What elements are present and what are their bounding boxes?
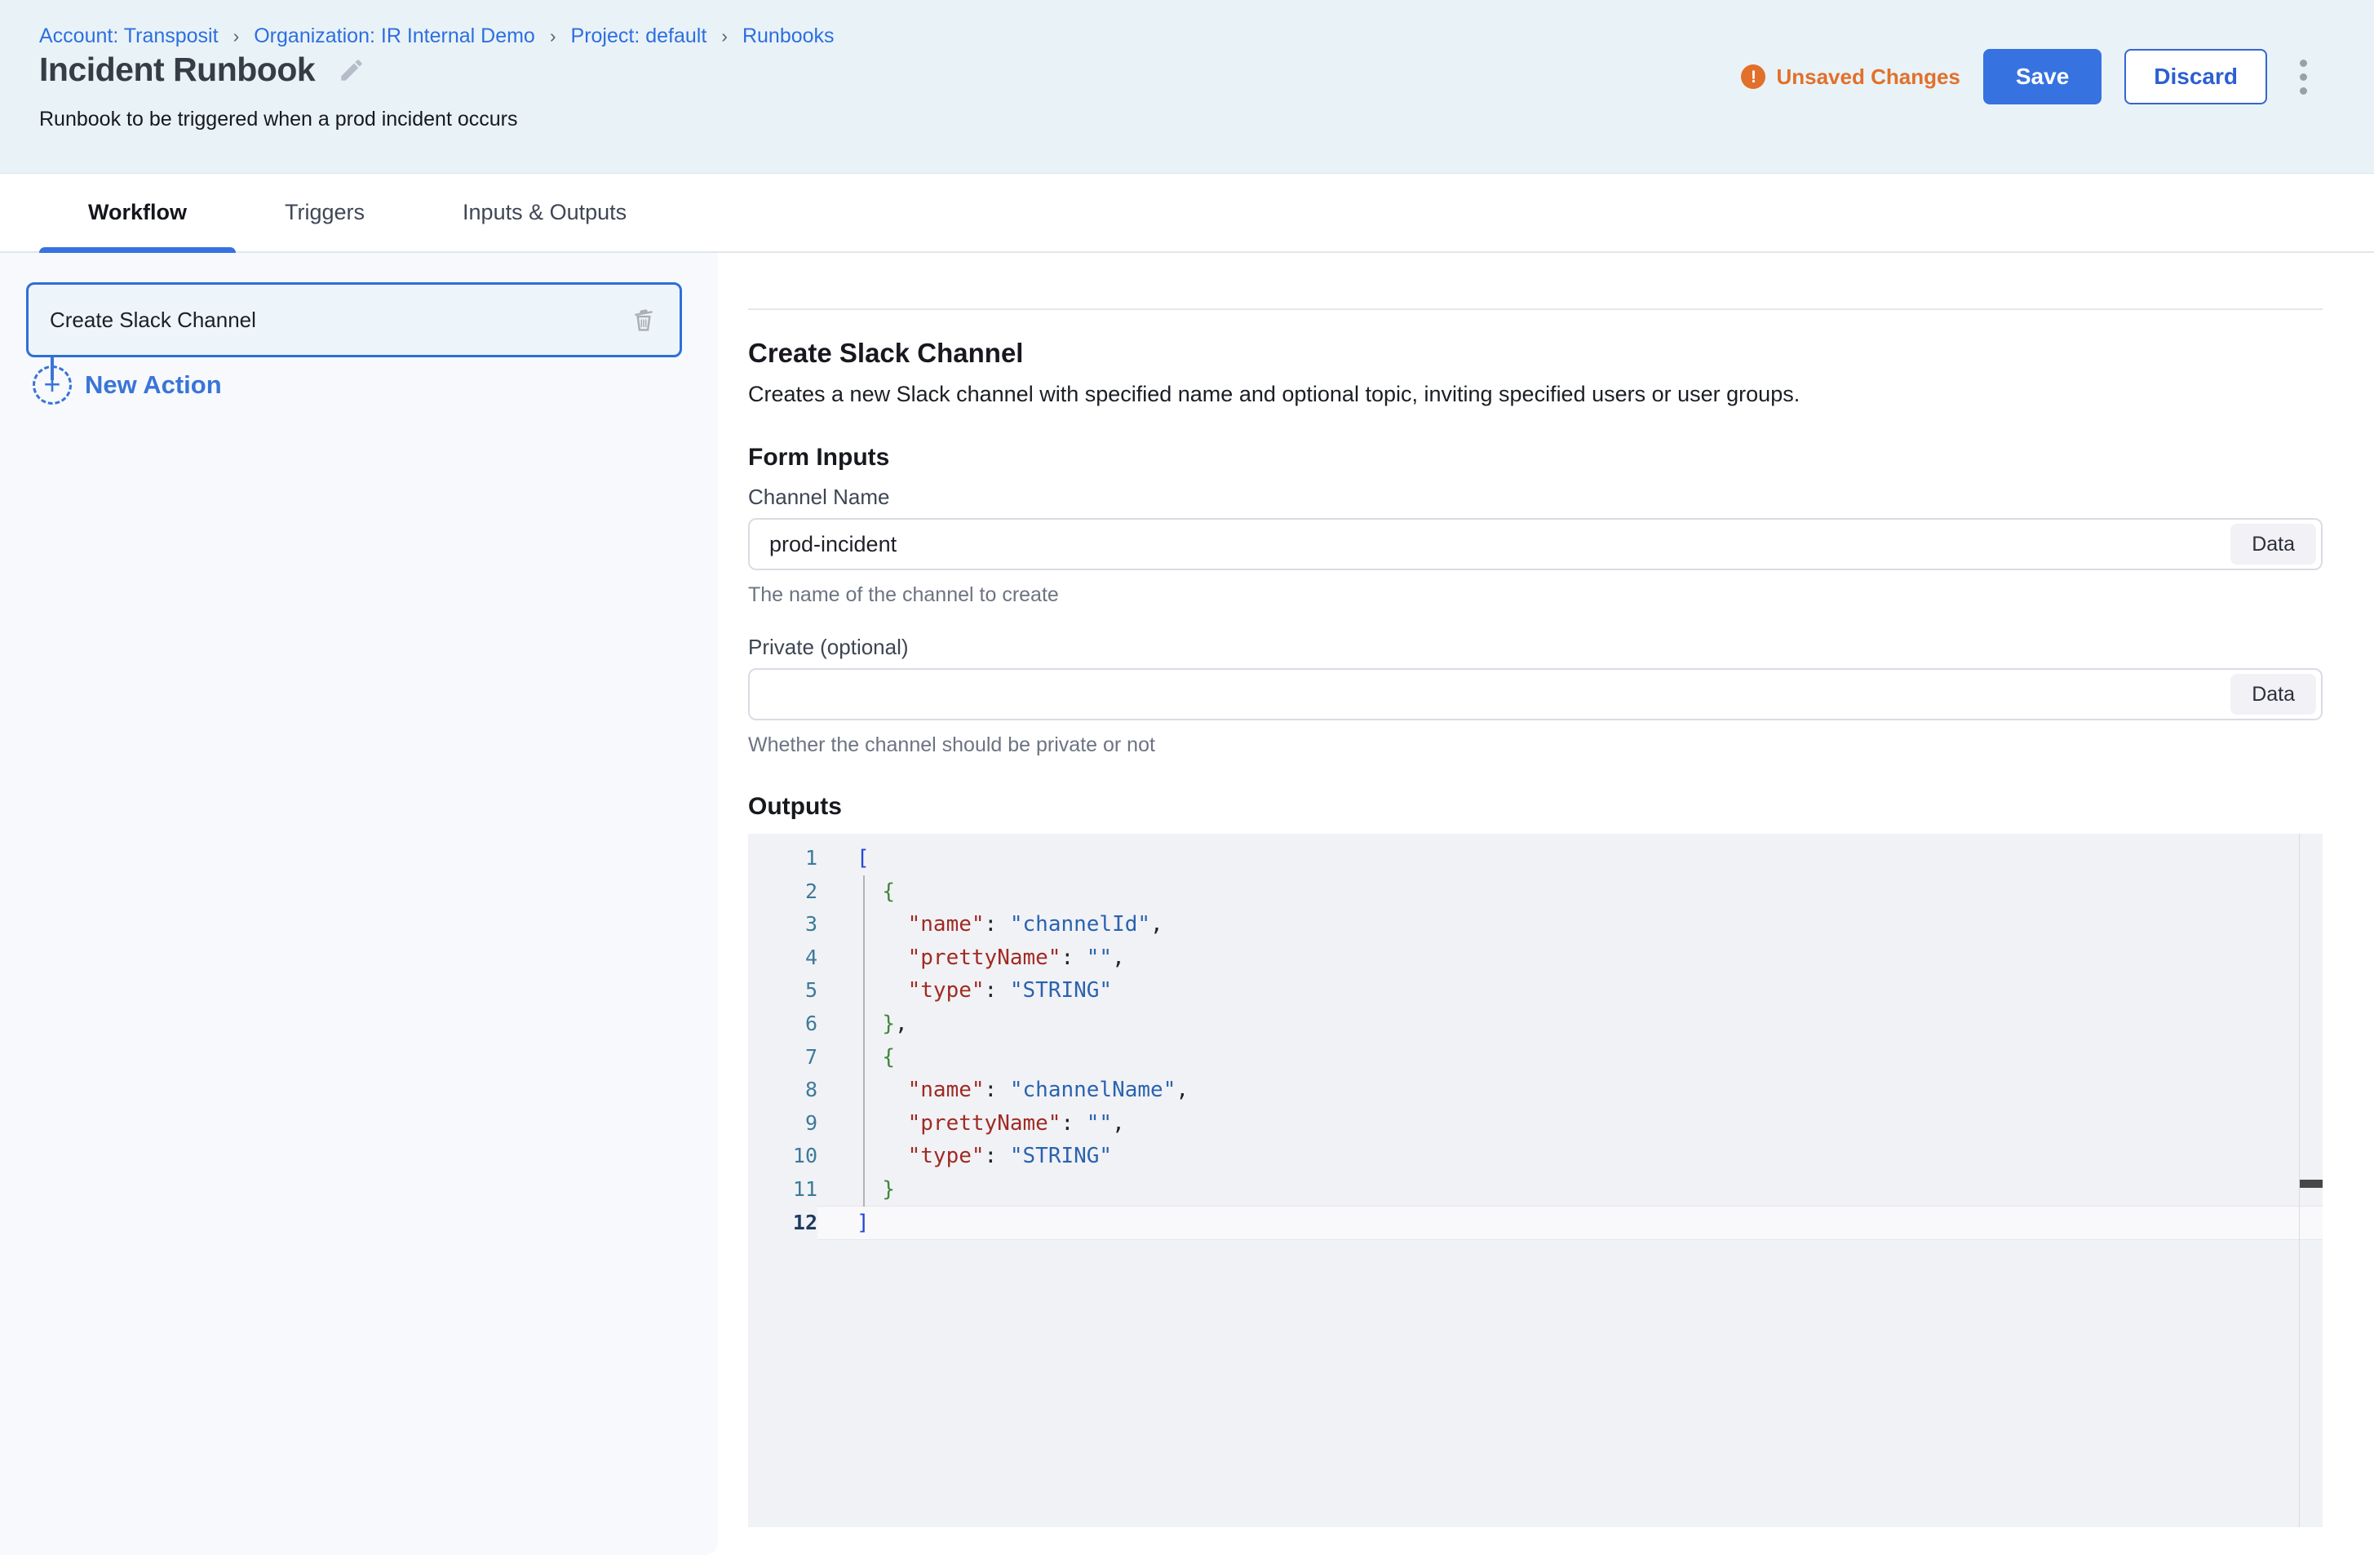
breadcrumb-link[interactable]: Project: default (571, 24, 707, 48)
line-number: 10 (748, 1140, 817, 1173)
tab-workflow[interactable]: Workflow (39, 174, 236, 251)
line-number: 3 (748, 908, 817, 941)
warning-icon: ! (1741, 64, 1765, 89)
action-card-label: Create Slack Channel (50, 308, 256, 333)
code-line: 7 { (748, 1041, 2323, 1074)
page-subtitle: Runbook to be triggered when a prod inci… (39, 108, 517, 131)
save-button[interactable]: Save (1983, 49, 2102, 104)
breadcrumb-separator-icon: › (233, 25, 240, 47)
breadcrumb-separator-icon: › (550, 25, 556, 47)
line-number: 6 (748, 1008, 817, 1041)
editor-scrollbar-thumb[interactable] (2300, 1180, 2323, 1188)
code-line: 1[ (748, 842, 2323, 875)
breadcrumb-separator-icon: › (721, 25, 728, 47)
tab-bar: WorkflowTriggersInputs & Outputs (0, 174, 2374, 253)
code-line: 12] (748, 1207, 2323, 1240)
line-number: 8 (748, 1074, 817, 1107)
indent-guide (863, 875, 865, 1207)
runbook-editor-page: Account: Transposit › Organization: IR Int… (0, 0, 2374, 1568)
code-line: 10 "type": "STRING" (748, 1140, 2323, 1173)
private-input[interactable] (748, 668, 2323, 720)
line-number: 5 (748, 974, 817, 1008)
new-action-button[interactable]: + New Action (33, 365, 222, 405)
code-text: { (817, 1041, 2323, 1074)
breadcrumb-link[interactable]: Organization: IR Internal Demo (254, 24, 535, 48)
discard-button[interactable]: Discard (2124, 49, 2267, 104)
title-row: Incident Runbook (39, 51, 365, 89)
line-number: 2 (748, 875, 817, 909)
code-text: "prettyName": "", (817, 941, 2323, 975)
header-actions: ! Unsaved Changes Save Discard (1741, 49, 2312, 104)
unsaved-changes-label: Unsaved Changes (1776, 64, 1960, 90)
action-title: Create Slack Channel (748, 338, 2323, 369)
channel-name-helper: The name of the channel to create (748, 583, 2323, 607)
private-field-wrap: Data (748, 668, 2323, 720)
line-number: 9 (748, 1107, 817, 1141)
delete-action-button[interactable] (629, 305, 658, 334)
breadcrumb-link[interactable]: Runbooks (742, 24, 835, 48)
page-header: Account: Transposit › Organization: IR Int… (0, 0, 2374, 174)
breadcrumb: Account: Transposit › Organization: IR Int… (39, 24, 835, 48)
trash-icon (629, 325, 658, 337)
outputs-heading: Outputs (748, 793, 2323, 821)
line-number: 1 (748, 842, 817, 875)
tab-inputs-outputs[interactable]: Inputs & Outputs (414, 174, 675, 251)
code-line: 5 "type": "STRING" (748, 974, 2323, 1008)
workflow-steps-panel: Create Slack Channel (0, 253, 718, 1555)
code-text: "name": "channelName", (817, 1074, 2323, 1107)
edit-title-button[interactable] (338, 56, 365, 84)
outputs-code-editor[interactable]: 1[2 {3 "name": "channelId",4 "prettyName… (748, 834, 2323, 1527)
content-area: Create Slack Channel (0, 253, 2374, 1568)
code-text: [ (817, 842, 2323, 875)
line-number: 11 (748, 1173, 817, 1207)
code-text: } (817, 1173, 2323, 1207)
page-title: Incident Runbook (39, 51, 315, 89)
code-lines: 1[2 {3 "name": "channelId",4 "prettyName… (748, 834, 2323, 1239)
code-text: "type": "STRING" (817, 1140, 2323, 1173)
unsaved-changes-status: ! Unsaved Changes (1741, 64, 1960, 90)
channel-name-label: Channel Name (748, 485, 2323, 510)
new-action-label: New Action (85, 370, 222, 400)
edit-pencil-icon (338, 74, 365, 86)
action-description: Creates a new Slack channel with specifi… (748, 380, 2323, 408)
private-label: Private (optional) (748, 635, 2323, 660)
code-text: "type": "STRING" (817, 974, 2323, 1008)
code-line: 9 "prettyName": "", (748, 1107, 2323, 1141)
code-text: { (817, 875, 2323, 909)
code-text: "prettyName": "", (817, 1107, 2323, 1141)
form-inputs-heading: Form Inputs (748, 444, 2323, 472)
code-line: 11 } (748, 1173, 2323, 1207)
plus-icon: + (33, 365, 72, 405)
action-detail-pane: Create Slack Channel Creates a new Slack… (718, 253, 2374, 1568)
kebab-menu-icon[interactable] (2295, 55, 2312, 100)
code-text: ] (817, 1207, 2323, 1240)
action-card-create-slack-channel[interactable]: Create Slack Channel (26, 282, 682, 357)
private-data-button[interactable]: Data (2230, 674, 2316, 715)
line-number: 4 (748, 941, 817, 975)
private-helper: Whether the channel should be private or… (748, 733, 2323, 757)
code-line: 4 "prettyName": "", (748, 941, 2323, 975)
line-number: 7 (748, 1041, 817, 1074)
code-line: 6 }, (748, 1008, 2323, 1041)
channel-name-field-wrap: Data (748, 518, 2323, 570)
code-text: }, (817, 1008, 2323, 1041)
code-line: 8 "name": "channelName", (748, 1074, 2323, 1107)
breadcrumb-link[interactable]: Account: Transposit (39, 24, 219, 48)
channel-name-input[interactable] (748, 518, 2323, 570)
tab-triggers[interactable]: Triggers (236, 174, 414, 251)
line-number: 12 (748, 1207, 817, 1240)
code-line: 3 "name": "channelId", (748, 908, 2323, 941)
code-line: 2 { (748, 875, 2323, 909)
top-divider (748, 308, 2323, 310)
code-text: "name": "channelId", (817, 908, 2323, 941)
channel-name-data-button[interactable]: Data (2230, 524, 2316, 565)
